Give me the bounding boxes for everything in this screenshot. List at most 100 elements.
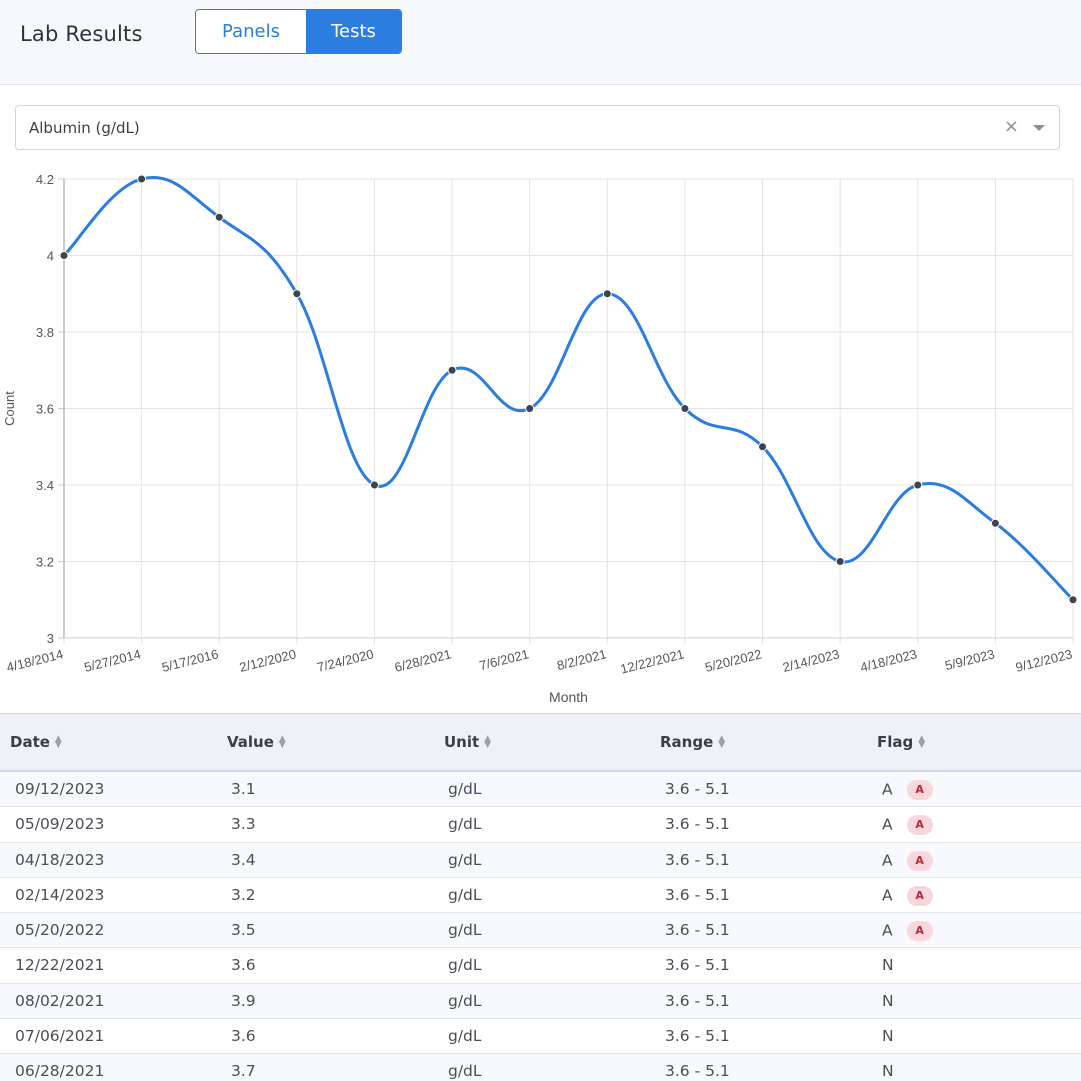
x-tick-label: 5/9/2023 [943, 646, 996, 673]
tab-panels[interactable]: Panels [196, 10, 306, 53]
cell-unit: g/dL [448, 1027, 482, 1045]
cell-range-text: 3.6 - 5.1 [665, 921, 730, 940]
sort-icon: ▲ ▼ [918, 734, 926, 750]
data-point [602, 289, 612, 299]
cell-flag: AA [882, 815, 933, 836]
data-point [369, 480, 379, 490]
cell-flag-text: A [882, 886, 893, 905]
cell-date-text: 02/14/2023 [15, 885, 105, 904]
column-header-value[interactable]: Value ▲ ▼ [227, 733, 286, 751]
column-header-date[interactable]: Date ▲ ▼ [10, 733, 62, 751]
table-body: 09/12/2023 3.1 g/dL 3.6 - 5.1 A A 05/09/2023 3.… [0, 772, 1081, 1081]
data-point [59, 251, 69, 260]
cell-flag: AA [882, 780, 933, 800]
page-title: Lab Results [20, 22, 143, 46]
column-header-range[interactable]: Range ▲ ▼ [660, 733, 725, 751]
cell-date-text: 05/20/2022 [15, 921, 105, 940]
cell-unit: g/dL [448, 780, 482, 798]
y-tick-label: 3.2 [36, 555, 54, 570]
cell-date-text: 05/09/2023 [15, 815, 105, 834]
cell-date: 09/12/2023 [15, 780, 104, 798]
data-point [137, 174, 147, 184]
page-header: Lab Results Panels Tests [0, 0, 1081, 85]
cell-unit: g/dL [448, 992, 482, 1010]
column-header-flag[interactable]: Flag ▲ ▼ [877, 733, 925, 751]
cell-flag-text: A [882, 780, 893, 799]
cell-date-text: 08/02/2021 [15, 991, 105, 1010]
close-icon[interactable]: × [1004, 116, 1019, 137]
test-select-value: Albumin (g/dL) [29, 119, 140, 137]
table-row[interactable]: 05/20/2022 3.5 g/dL 3.6 - 5.1 A A [0, 913, 1081, 949]
x-tick-label: 8/2/2021 [555, 646, 608, 673]
column-header-unit[interactable]: Unit ▲ ▼ [444, 733, 491, 751]
cell-range: 3.6 - 5.1 [665, 815, 730, 833]
sort-icon: ▲ ▼ [54, 734, 62, 750]
y-tick-label: 3.6 [36, 402, 54, 417]
tab-tests[interactable]: Tests [306, 10, 401, 53]
cell-unit-text: g/dL [448, 1027, 482, 1046]
cell-date: 06/28/2021 [15, 1062, 104, 1080]
cell-flag-text: N [882, 956, 894, 975]
cell-value-text: 3.6 [231, 956, 256, 975]
cell-unit-text: g/dL [448, 780, 482, 798]
cell-unit-text: g/dL [448, 885, 482, 904]
cell-unit-text: g/dL [448, 1062, 482, 1081]
table-row[interactable]: 06/28/2021 3.7 g/dL 3.6 - 5.1 N [0, 1054, 1081, 1081]
cell-flag: AA [882, 850, 933, 871]
cell-date-text: 06/28/2021 [15, 1062, 105, 1081]
cell-range-text: 3.6 - 5.1 [665, 991, 730, 1010]
abnormal-badge: A [906, 780, 933, 800]
cell-value: 3.6 [231, 956, 256, 974]
table-row[interactable]: 07/06/2021 3.6 g/dL 3.6 - 5.1 N [0, 1019, 1081, 1055]
x-tick-label: 2/12/2020 [238, 646, 298, 675]
cell-range-text: 3.6 - 5.1 [665, 850, 730, 869]
view-toggle: Panels Tests [195, 9, 402, 54]
cell-range: 3.6 - 5.1 [665, 851, 730, 869]
cell-unit-text: g/dL [448, 991, 482, 1010]
cell-date: 12/22/2021 [15, 956, 104, 974]
cell-flag-text: N [882, 1027, 894, 1046]
cell-value: 3.2 [231, 886, 256, 904]
cell-value: 3.9 [231, 992, 256, 1010]
series-line [62, 176, 1075, 601]
cell-value-text: 3.3 [231, 815, 256, 834]
cell-date-text: 04/18/2023 [15, 850, 105, 869]
cell-unit-text: g/dL [448, 850, 482, 869]
table-row[interactable]: 05/09/2023 3.3 g/dL 3.6 - 5.1 A A [0, 807, 1081, 843]
table-row[interactable]: 12/22/2021 3.6 g/dL 3.6 - 5.1 N [0, 948, 1081, 984]
lab-trend-chart: 3 3.2 3.4 3.6 3.8 4 4.2 4/18/2014 5/27/2014 5/17/… [2, 172, 1078, 705]
table-row[interactable]: 02/14/2023 3.2 g/dL 3.6 - 5.1 A A [0, 878, 1081, 914]
x-tick-label: 5/20/2022 [704, 646, 764, 675]
cell-range: 3.6 - 5.1 [665, 992, 730, 1010]
data-point [758, 442, 768, 452]
y-tick-label: 3.8 [36, 325, 54, 340]
cell-range-text: 3.6 - 5.1 [665, 1027, 730, 1046]
table-row[interactable]: 04/18/2023 3.4 g/dL 3.6 - 5.1 A A [0, 842, 1081, 878]
cell-flag: N [882, 1062, 894, 1080]
table-row[interactable]: 09/12/2023 3.1 g/dL 3.6 - 5.1 A A [0, 772, 1081, 808]
cell-date: 08/02/2021 [15, 992, 104, 1010]
abnormal-badge: A [906, 850, 933, 871]
x-tick-label: 4/18/2023 [859, 646, 919, 675]
data-point [680, 404, 690, 413]
column-header-label: Unit [444, 733, 480, 751]
y-tick-label: 3.4 [36, 478, 54, 493]
y-tick-label: 4 [47, 249, 54, 264]
abnormal-badge: A [906, 921, 933, 942]
cell-flag-text: A [882, 851, 893, 870]
y-axis-title: Count [2, 391, 17, 426]
cell-unit-text: g/dL [448, 815, 482, 834]
data-point [913, 480, 923, 490]
cell-range-text: 3.6 - 5.1 [665, 956, 730, 975]
cell-flag: AA [882, 921, 933, 942]
cell-unit-text: g/dL [448, 956, 482, 975]
test-select[interactable]: Albumin (g/dL) × [15, 105, 1060, 150]
x-tick-label: 2/14/2023 [781, 646, 841, 675]
chevron-down-icon[interactable] [1033, 125, 1045, 131]
column-header-label: Range [660, 733, 714, 751]
table-row[interactable]: 08/02/2021 3.9 g/dL 3.6 - 5.1 N [0, 983, 1081, 1020]
x-tick-label: 7/6/2021 [478, 646, 531, 673]
y-tick-label: 3 [47, 631, 54, 646]
cell-range: 3.6 - 5.1 [665, 956, 730, 974]
sort-icon: ▲ ▼ [278, 734, 286, 750]
